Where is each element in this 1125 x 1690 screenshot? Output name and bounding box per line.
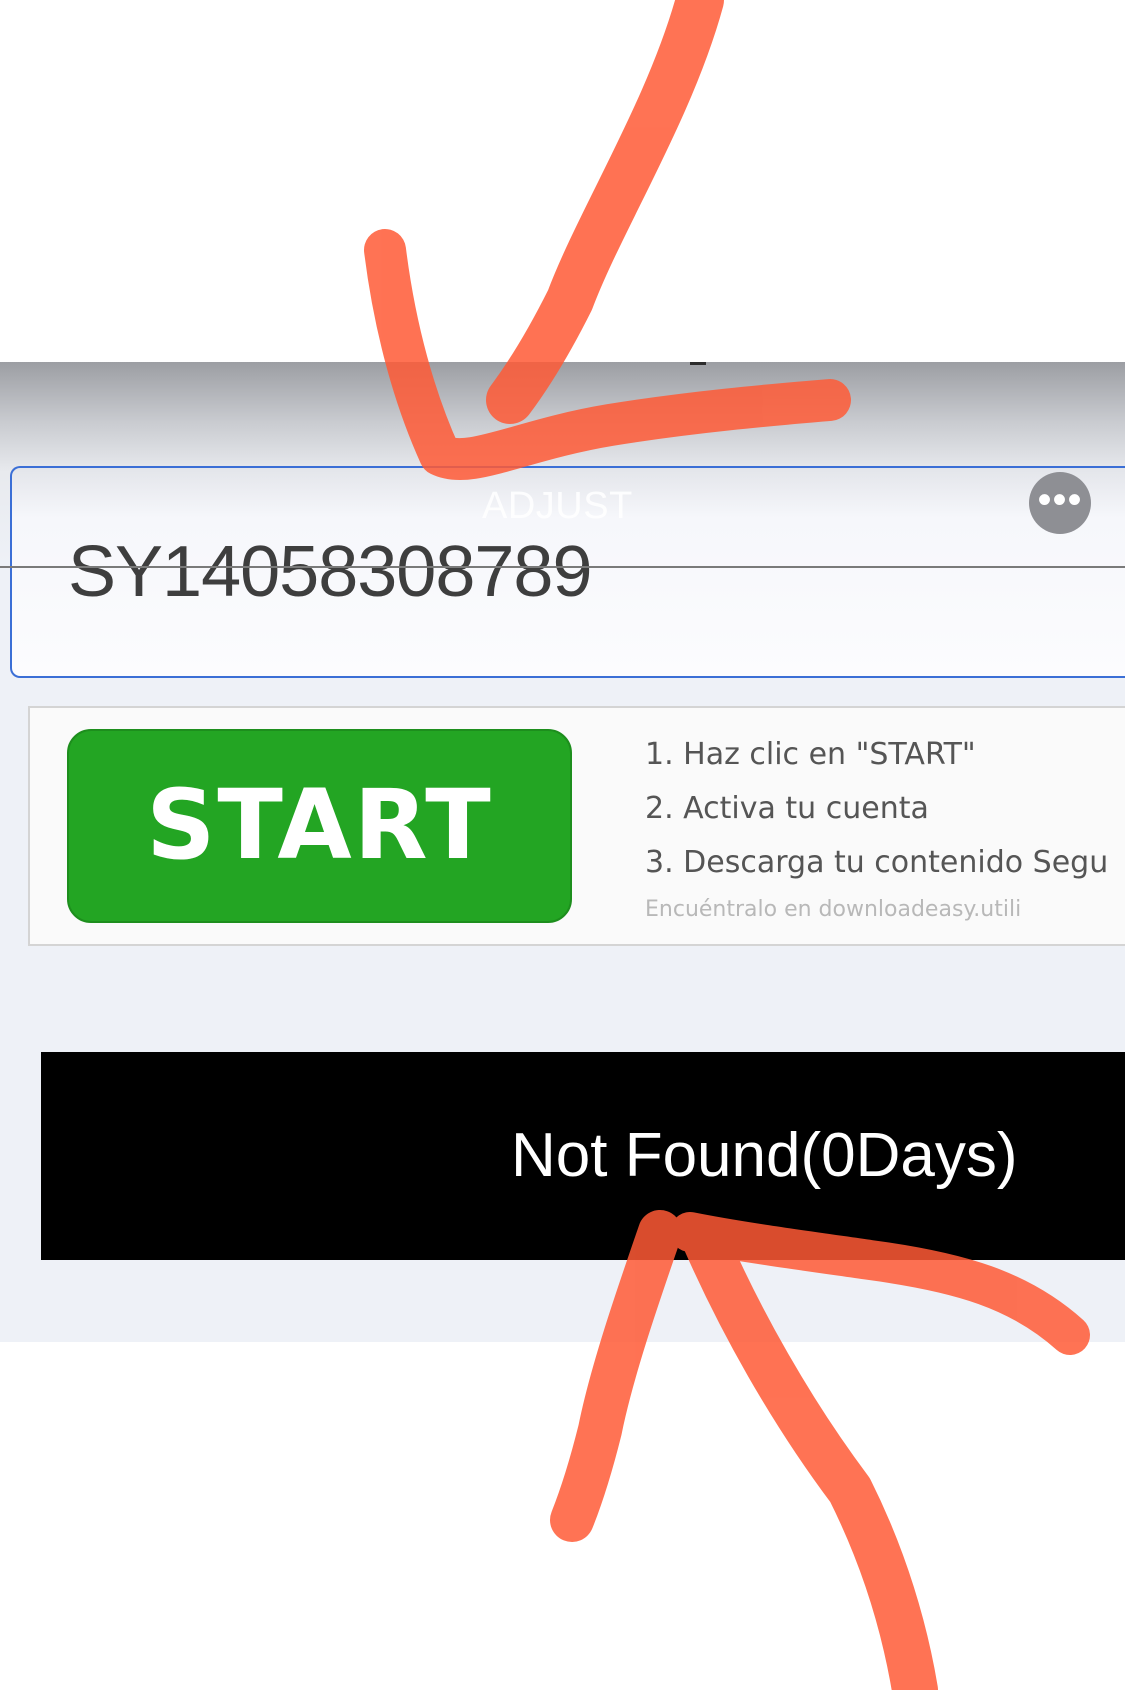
instruction-step-2: 2. Activa tu cuenta: [645, 791, 929, 826]
adjust-label: ADJUST: [482, 485, 633, 527]
instruction-step-1: 1. Haz clic en "START": [645, 737, 976, 772]
more-dots-icon: •••: [1037, 478, 1083, 522]
instruction-step-3: 3. Descarga tu contenido Segu: [645, 845, 1109, 880]
code-input-value[interactable]: SY14058308789: [68, 532, 593, 612]
top-divider-mark: [690, 362, 706, 365]
more-options-button[interactable]: •••: [1029, 472, 1091, 534]
start-button[interactable]: START: [67, 729, 572, 923]
strike-through-line: [0, 566, 1125, 568]
instruction-note: Encuéntralo en downloadeasy.utili: [645, 897, 1022, 922]
top-arrow-stroke: [486, 0, 724, 424]
result-banner: Not Found(0Days): [41, 1052, 1125, 1260]
instruction-list: 1. Haz clic en "START" 2. Activa tu cuen…: [645, 728, 1125, 930]
result-status-text: Not Found(0Days): [511, 1121, 1018, 1190]
